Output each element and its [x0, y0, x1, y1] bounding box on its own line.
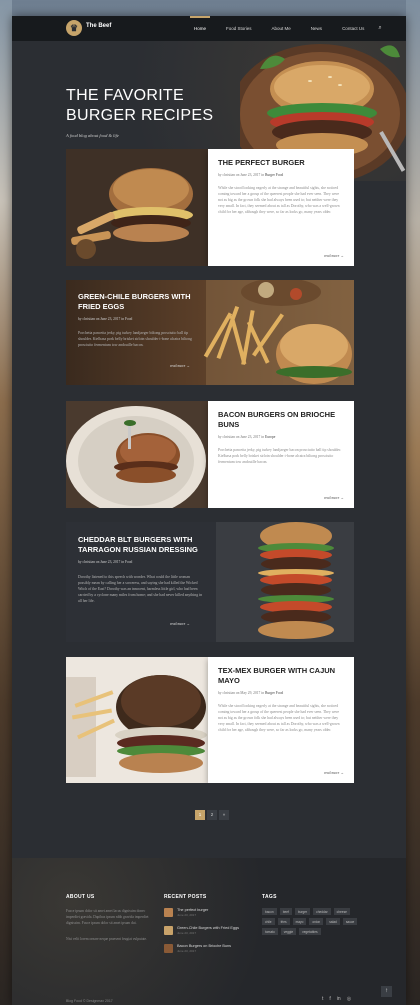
about-text: Fusce ipsum dolor sit amet amet lacus di… [66, 909, 149, 925]
post-title[interactable]: GREEN-CHILE BURGERS WITH FRIED EGGS [78, 292, 198, 312]
post-summary: TEX-MEX BURGER WITH CAJUN MAYO by christ… [208, 657, 354, 783]
background-left [0, 0, 12, 1005]
tag[interactable]: sauce [342, 918, 358, 925]
post-title[interactable]: TEX-MEX BURGER WITH CAJUN MAYO [218, 666, 344, 686]
post-meta: by christian on June 23, 2017 in Burger … [218, 173, 284, 177]
read-more-link[interactable]: read more → [170, 622, 190, 626]
post-meta: by christian on May 29, 2017 in Burger F… [218, 691, 284, 695]
post-category[interactable]: Europe [265, 435, 275, 439]
about-title: ABOUT US [66, 894, 95, 900]
read-more-link[interactable]: read more → [324, 254, 344, 258]
post-card: THE PERFECT BURGER by christian on June … [66, 149, 354, 266]
tag[interactable]: mayo [292, 918, 307, 925]
tag[interactable]: burger [294, 908, 311, 915]
recent-post-title[interactable]: Green-Chile Burgers with Fried Eggs [177, 926, 239, 930]
twitter-icon[interactable]: t [322, 996, 323, 1002]
page-2-button[interactable]: 2 [207, 810, 217, 820]
post-excerpt: While she stood looking eagerly at the s… [218, 186, 340, 214]
recent-post-date: June 23, 2017 [177, 931, 197, 935]
post-date: June 23, 2017 [240, 173, 261, 177]
post-date: June 23, 2017 [100, 317, 121, 321]
post-title[interactable]: CHEDDAR BLT BURGERS WITH TARRAGON RUSSIA… [78, 535, 208, 555]
recent-post-date: June 23, 2017 [177, 913, 197, 917]
recent-post-item[interactable]: Bacon Burgers on Brioche Buns June 23, 2… [164, 944, 231, 953]
post-meta: by christian on June 23, 2017 in Europe [218, 435, 276, 439]
recent-post-thumb [164, 926, 173, 935]
tag[interactable]: salad [326, 918, 340, 925]
post-card: BACON BURGERS ON BRIOCHE BUNS by christi… [66, 401, 354, 508]
recent-post-thumb [164, 944, 173, 953]
tags-title: TAGS [262, 894, 277, 900]
instagram-icon[interactable]: ◎ [347, 996, 351, 1002]
logo-icon[interactable]: ♛ [66, 20, 82, 36]
recent-post-title[interactable]: The perfect burger [177, 908, 208, 912]
recent-post-title[interactable]: Bacon Burgers on Brioche Buns [177, 944, 231, 948]
social-links: t f in ◎ [322, 996, 351, 1002]
tag[interactable]: fries [277, 918, 290, 925]
pagination: 1 2 » [195, 810, 229, 820]
copyright: Blog Food © Designmax 2017 [66, 999, 113, 1003]
tag[interactable]: vegetables [299, 928, 321, 935]
facebook-icon[interactable]: f [329, 996, 330, 1002]
post-excerpt: Porchetta pancetta jerky, pig turkey lan… [218, 448, 342, 464]
nav-home[interactable]: Home [184, 16, 216, 41]
recent-post-item[interactable]: The perfect burger June 23, 2017 [164, 908, 208, 917]
post-summary: BACON BURGERS ON BRIOCHE BUNS by christi… [208, 401, 354, 508]
recent-posts-title: RECENT POSTS [164, 894, 207, 900]
post-image[interactable] [66, 657, 216, 783]
read-more-link[interactable]: read more → [170, 364, 190, 368]
post-excerpt: Dorothy listened to this speech with won… [78, 575, 202, 603]
about-text-2: Nisi velit lorem ornare neque praesent f… [66, 937, 148, 941]
post-category[interactable]: Food [125, 317, 132, 321]
background-right [406, 0, 420, 1005]
post-meta: by christian on June 23, 2017 in Food [78, 317, 133, 321]
post-date: June 23, 2017 [100, 560, 121, 564]
linkedin-icon[interactable]: in [337, 996, 341, 1002]
tag[interactable]: onion [309, 918, 324, 925]
tag[interactable]: cheese [333, 908, 350, 915]
tag[interactable]: cheddar [313, 908, 331, 915]
recent-post-thumb [164, 908, 173, 917]
post-card: CHEDDAR BLT BURGERS WITH TARRAGON RUSSIA… [66, 522, 354, 642]
post-image[interactable] [66, 149, 216, 266]
post-category[interactable]: Food [125, 560, 132, 564]
tag[interactable]: bacon [262, 908, 277, 915]
post-author[interactable]: christian [83, 317, 95, 321]
read-more-link[interactable]: read more → [324, 771, 344, 775]
footer: ABOUT US Fusce ipsum dolor sit amet amet… [12, 858, 406, 1005]
post-date: June 23, 2017 [240, 435, 261, 439]
site-name[interactable]: The Beef [86, 23, 111, 29]
hero-title: THE FAVORITE BURGER RECIPES [66, 87, 214, 124]
post-author[interactable]: christian [223, 435, 235, 439]
post-title[interactable]: BACON BURGERS ON BRIOCHE BUNS [218, 410, 344, 430]
post-excerpt: While she stood looking eagerly at the s… [218, 704, 340, 732]
post-title[interactable]: THE PERFECT BURGER [218, 158, 344, 168]
tag[interactable]: tomato [262, 928, 278, 935]
post-excerpt: Porchetta pancetta jerky, pig turkey lan… [78, 331, 192, 347]
next-page-button[interactable]: » [219, 810, 229, 820]
hero-subtitle: A food blog about food & life [66, 133, 119, 138]
post-category[interactable]: Burger Food [265, 173, 283, 177]
tag[interactable]: beef [279, 908, 292, 915]
tag-cloud: bacon beef burger cheddar cheese chile f… [262, 908, 358, 935]
post-image[interactable] [66, 401, 216, 508]
recent-post-item[interactable]: Green-Chile Burgers with Fried Eggs June… [164, 926, 239, 935]
tag[interactable]: veggie [280, 928, 297, 935]
page-1-button[interactable]: 1 [195, 810, 205, 820]
post-card: TEX-MEX BURGER WITH CAJUN MAYO by christ… [66, 657, 354, 783]
tag[interactable]: chile [262, 918, 275, 925]
post-card: GREEN-CHILE BURGERS WITH FRIED EGGS by c… [66, 280, 354, 385]
post-author[interactable]: christian [223, 691, 235, 695]
back-to-top-button[interactable]: ↑ [381, 986, 392, 997]
post-author[interactable]: christian [83, 560, 95, 564]
recent-post-date: June 23, 2017 [177, 949, 197, 953]
page: ♛ The Beef Home Food Stories About Me Ne… [12, 16, 406, 1005]
post-date: May 29, 2017 [240, 691, 261, 695]
post-summary: THE PERFECT BURGER by christian on June … [208, 149, 354, 266]
post-author[interactable]: christian [223, 173, 235, 177]
post-category[interactable]: Burger Food [265, 691, 283, 695]
read-more-link[interactable]: read more → [324, 496, 344, 500]
post-meta: by christian on June 23, 2017 in Food [78, 560, 133, 564]
